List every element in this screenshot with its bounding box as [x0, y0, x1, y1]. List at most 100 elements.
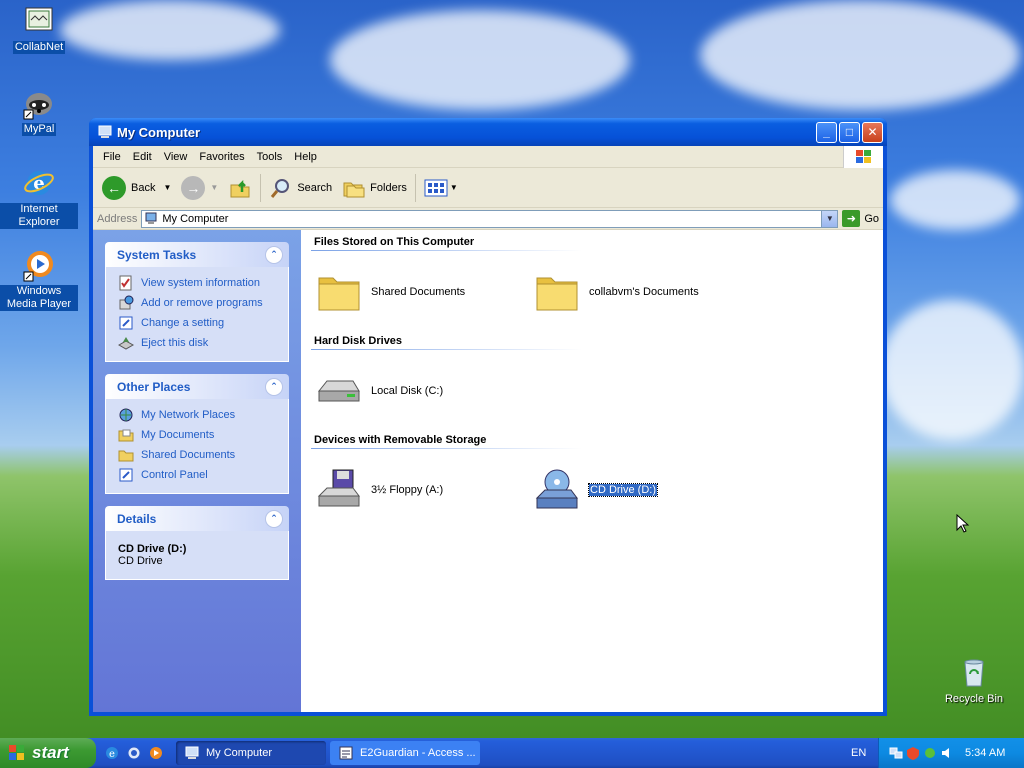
group-header-removable-storage: Devices with Removable Storage — [311, 432, 581, 449]
menu-edit[interactable]: Edit — [127, 151, 158, 163]
network-places-icon — [119, 408, 133, 422]
back-label: Back — [131, 181, 156, 194]
close-button[interactable]: ✕ — [862, 121, 883, 143]
search-button[interactable]: Search — [264, 172, 337, 204]
back-button[interactable]: ← Back ▼ — [97, 172, 176, 204]
address-value: My Computer — [162, 212, 229, 225]
link-my-documents[interactable]: My Documents — [118, 425, 278, 445]
collapse-chevron-icon[interactable]: ⌃ — [265, 377, 283, 396]
security-alert-icon[interactable] — [906, 746, 920, 760]
folder-icon — [536, 277, 578, 311]
file-view: Files Stored on This Computer Shared Doc… — [301, 230, 883, 712]
quick-launch: e — [96, 745, 172, 761]
system-tasks-header[interactable]: System Tasks ⌃ — [105, 242, 289, 267]
details-item-name: CD Drive (D:) — [118, 543, 187, 555]
group-header-hard-disk-drives: Hard Disk Drives — [311, 333, 581, 350]
item-local-disk-c[interactable]: Local Disk (C:) — [311, 369, 529, 413]
item-floppy-a[interactable]: 3½ Floppy (A:) — [311, 468, 529, 512]
windows-flag-icon — [9, 745, 24, 760]
folder-icon — [118, 450, 134, 462]
link-label: Change a setting — [141, 317, 225, 329]
other-places-header[interactable]: Other Places ⌃ — [105, 374, 289, 399]
desktop-icon-mypal[interactable]: MyPal — [0, 86, 78, 136]
volume-icon[interactable] — [940, 746, 954, 760]
details-panel: Details ⌃ CD Drive (D:) CD Drive — [105, 506, 289, 580]
menu-tools[interactable]: Tools — [251, 151, 289, 163]
system-tasks-title: System Tasks — [117, 247, 197, 262]
link-eject-disk[interactable]: Eject this disk — [118, 333, 278, 353]
browser-icon[interactable] — [126, 745, 142, 761]
up-folder-icon — [230, 179, 250, 197]
link-add-remove-programs[interactable]: Add or remove programs — [118, 293, 278, 313]
folders-label: Folders — [370, 181, 407, 194]
start-label: start — [32, 743, 69, 762]
go-label: Go — [864, 212, 879, 225]
minimize-button[interactable]: _ — [816, 121, 837, 143]
link-label: My Documents — [141, 429, 215, 441]
forward-button[interactable]: → ▼ — [176, 172, 223, 204]
desktop-icon-internet-explorer[interactable]: e Internet Explorer — [0, 166, 78, 229]
item-collabvm-documents[interactable]: collabvm's Documents — [529, 270, 747, 314]
address-dropdown-icon[interactable]: ▼ — [821, 210, 838, 227]
start-button[interactable]: start — [0, 738, 96, 768]
title-bar[interactable]: My Computer _ □ ✕ — [89, 118, 887, 146]
search-label: Search — [297, 181, 333, 194]
back-dropdown-icon[interactable]: ▼ — [163, 183, 171, 192]
control-panel-icon — [119, 468, 133, 482]
details-header[interactable]: Details ⌃ — [105, 506, 289, 531]
back-arrow-icon: ← — [102, 175, 126, 200]
link-change-setting[interactable]: Change a setting — [118, 313, 278, 333]
task-label: E2Guardian - Access ... — [360, 747, 476, 759]
maximize-button[interactable]: □ — [839, 121, 860, 143]
link-view-system-information[interactable]: View system information — [118, 273, 278, 293]
item-label: Shared Documents — [371, 286, 466, 298]
desktop-icon-recycle-bin[interactable]: Recycle Bin — [935, 656, 1013, 706]
address-input[interactable]: My Computer ▼ — [141, 209, 839, 228]
toolbar-separator — [260, 173, 262, 202]
network-icon[interactable] — [889, 746, 903, 760]
details-title: Details — [117, 511, 157, 526]
media-player-icon[interactable] — [148, 745, 164, 761]
desktop-icon-label: Recycle Bin — [944, 693, 1004, 705]
views-button[interactable]: ▼ — [419, 172, 463, 204]
menu-help[interactable]: Help — [288, 151, 323, 163]
folders-button[interactable]: Folders — [337, 172, 412, 204]
item-label: 3½ Floppy (A:) — [371, 484, 444, 496]
task-e2guardian[interactable]: E2Guardian - Access ... — [330, 741, 480, 765]
menu-view[interactable]: View — [158, 151, 194, 163]
cd-drive-icon — [535, 469, 578, 509]
go-button[interactable]: ➜ Go — [842, 210, 879, 227]
tray-app-icon[interactable] — [923, 746, 937, 760]
desktop-icon-media-player[interactable]: Windows Media Player — [0, 248, 78, 311]
collapse-chevron-icon[interactable]: ⌃ — [265, 509, 283, 528]
folders-icon — [343, 182, 365, 197]
link-my-network-places[interactable]: My Network Places — [118, 405, 278, 425]
floppy-drive-icon — [317, 469, 360, 507]
link-control-panel[interactable]: Control Panel — [118, 465, 278, 485]
system-tray: 5:34 AM — [878, 738, 1024, 768]
internet-explorer-icon: e — [24, 171, 54, 195]
item-cd-drive-d[interactable]: CD Drive (D:) — [529, 468, 747, 512]
menu-favorites[interactable]: Favorites — [193, 151, 250, 163]
toolbar-separator — [414, 173, 416, 202]
item-shared-documents[interactable]: Shared Documents — [311, 270, 529, 314]
up-folder-button[interactable] — [223, 172, 257, 204]
language-indicator[interactable]: EN — [851, 747, 866, 759]
task-my-computer[interactable]: My Computer — [176, 741, 326, 765]
search-icon — [271, 178, 290, 198]
link-shared-documents[interactable]: Shared Documents — [118, 445, 278, 465]
my-documents-icon — [118, 429, 134, 442]
link-label: View system information — [141, 277, 261, 289]
hard-disk-icon — [317, 380, 360, 402]
my-computer-window: My Computer _ □ ✕ File Edit View Favorit… — [89, 118, 887, 716]
internet-explorer-icon[interactable]: e — [104, 745, 120, 761]
go-arrow-icon: ➜ — [842, 210, 861, 227]
menu-file[interactable]: File — [97, 151, 127, 163]
desktop-icon-collabnet[interactable]: CollabNet — [0, 4, 78, 54]
collapse-chevron-icon[interactable]: ⌃ — [265, 245, 283, 264]
desktop-icon-label: CollabNet — [12, 41, 66, 54]
system-tasks-panel: System Tasks ⌃ View system information A… — [105, 242, 289, 362]
taskbar: start e My Computer E2Guardian - Access … — [0, 738, 1024, 768]
item-label: collabvm's Documents — [589, 286, 699, 298]
item-label: Local Disk (C:) — [371, 385, 444, 397]
